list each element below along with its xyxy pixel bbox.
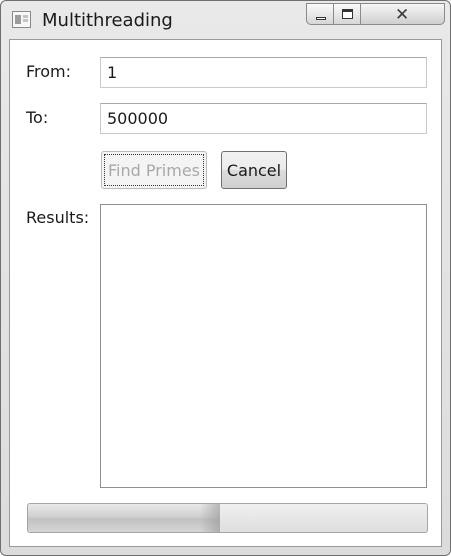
maximize-icon (342, 9, 353, 19)
find-primes-button[interactable]: Find Primes (101, 151, 207, 189)
from-label: From: (26, 62, 72, 81)
results-list[interactable] (100, 204, 427, 488)
title-bar[interactable]: Multithreading ✕ (1, 1, 450, 39)
to-field[interactable] (100, 103, 427, 134)
maximize-button[interactable] (333, 3, 361, 25)
window-title: Multithreading (42, 10, 173, 31)
app-window-icon[interactable] (12, 11, 31, 28)
progress-fill (28, 504, 220, 532)
results-label: Results: (26, 208, 90, 227)
client-area: From: To: Find Primes Cancel Results: (9, 39, 442, 547)
minimize-button[interactable] (306, 3, 334, 25)
close-icon: ✕ (395, 5, 410, 25)
progress-bar (27, 503, 428, 533)
to-label: To: (26, 108, 49, 127)
caption-buttons: ✕ (306, 3, 445, 27)
cancel-button[interactable]: Cancel (221, 151, 287, 189)
minimize-icon (316, 17, 326, 20)
from-field[interactable] (100, 57, 427, 88)
app-window: Multithreading ✕ From: To: Find Primes C… (0, 0, 451, 556)
close-button[interactable]: ✕ (360, 3, 445, 25)
